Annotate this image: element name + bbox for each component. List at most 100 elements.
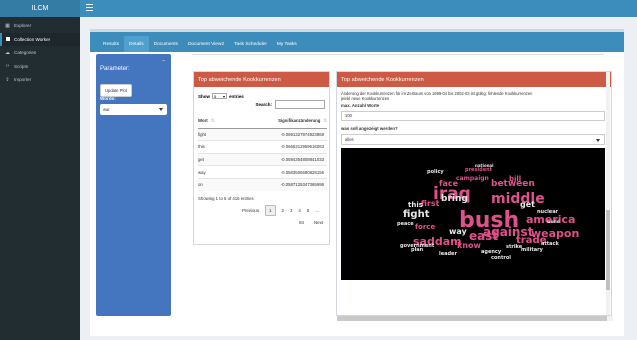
- words-select[interactable]: war: [100, 104, 167, 115]
- sidebar-item-label: Explorer: [14, 23, 32, 29]
- sidebar-item-collection-worker[interactable]: Collection Worker: [0, 32, 80, 46]
- cloud-word: force: [415, 222, 436, 231]
- sidebar-item-label: Collection Worker: [14, 36, 51, 42]
- table-row[interactable]: this -0.0666312959616063: [198, 140, 327, 154]
- table-info: Showing 1 to 5 of 416 entries: [198, 195, 254, 201]
- grid-icon: ▦: [5, 22, 10, 29]
- cell-wort: this: [198, 140, 231, 154]
- scrollbar-thumb[interactable]: [606, 210, 610, 290]
- cloud-word: fight: [403, 208, 430, 220]
- menu-toggle-icon[interactable]: [86, 4, 93, 13]
- pagination-row-2: 84 Next: [194, 220, 329, 225]
- page-button-last[interactable]: 84: [299, 220, 304, 225]
- tab-documents[interactable]: Documents: [149, 36, 183, 52]
- cloud-word: leader: [439, 250, 457, 257]
- page-button[interactable]: 5: [307, 208, 309, 213]
- square-icon: [5, 37, 10, 42]
- next-button[interactable]: Next: [314, 220, 323, 225]
- table-row[interactable]: on -0.0587125347365996: [198, 177, 327, 191]
- show-option-value: alles: [345, 136, 354, 142]
- column-header-wort[interactable]: Wort ⇅: [198, 115, 231, 129]
- search-label: Search:: [255, 102, 272, 107]
- page-ellipsis: ...: [315, 207, 319, 213]
- length-select[interactable]: 5 ▾: [212, 93, 227, 99]
- column-header-signifikanz[interactable]: Signifikanzänderung ⇅: [230, 115, 327, 129]
- cell-value: -0.0583506690828156: [230, 165, 327, 179]
- cloud-word: president: [465, 166, 493, 173]
- tab-details[interactable]: Details: [124, 36, 149, 52]
- cloud-word: plan: [411, 246, 424, 253]
- search-input[interactable]: [275, 100, 325, 109]
- code-icon: ‹›: [5, 63, 10, 70]
- cloud-word: strike: [506, 243, 523, 250]
- cloud-word: campaign: [456, 174, 489, 182]
- cloud-word: nuclear: [537, 208, 559, 215]
- sidebar-item-label: Importer: [14, 77, 32, 83]
- sidebar-item-label: Scripts: [14, 63, 29, 69]
- show-label: Show: [198, 93, 210, 99]
- cloud-word: way: [449, 226, 467, 236]
- cloud-word: control: [491, 254, 511, 261]
- word-cloud: bush iraq middle east saddam against trade amer…: [341, 147, 605, 280]
- sidebar-item-categories[interactable]: ☁ Categories: [0, 46, 80, 60]
- page-button[interactable]: 1: [265, 204, 276, 216]
- scrollbar-thumb[interactable]: [337, 316, 607, 321]
- cloud-word: national: [475, 162, 494, 168]
- cooccurrence-table-box: Top abweichende Kookkurrenzen Show 5 ▾ en…: [193, 71, 330, 245]
- page-button[interactable]: 2: [282, 208, 284, 213]
- cloud-word: policy: [427, 168, 444, 175]
- cloud-word: first: [421, 198, 440, 208]
- cloud-word: know: [457, 240, 481, 250]
- sidebar-item-scripts[interactable]: ‹› Scripts: [0, 60, 80, 74]
- minimize-icon[interactable]: –: [162, 58, 165, 64]
- length-control: Show 5 ▾ entries: [198, 93, 244, 99]
- table-row[interactable]: fight -0.0691327974923869: [198, 127, 327, 141]
- table-row[interactable]: get -0.0594354808841033: [198, 152, 327, 166]
- previous-button[interactable]: Previous: [242, 208, 259, 213]
- tab-results[interactable]: Results: [98, 36, 124, 52]
- page-button[interactable]: 4: [298, 208, 300, 213]
- tab-task-scheduler[interactable]: Task Scheduler: [229, 36, 272, 52]
- chevron-down-icon: [159, 108, 163, 111]
- cell-value: -0.0594354808841033: [230, 152, 327, 166]
- pagination: Previous 1 2 3 4 5 ...: [194, 204, 329, 216]
- cell-wort: way: [198, 165, 231, 179]
- cloud-word: military: [521, 246, 543, 253]
- cell-wort: get: [198, 152, 231, 166]
- max-words-label: max. Anzahl Worte: [341, 102, 380, 108]
- vertical-scrollbar[interactable]: [606, 72, 610, 315]
- box-title: Top abweichende Kookkurrenzen: [337, 72, 611, 87]
- cloud-word: middle: [491, 190, 545, 207]
- box-title: Top abweichende Kookkurrenzen: [194, 72, 329, 87]
- entries-label: entries: [229, 93, 244, 99]
- cloud-word: peace: [397, 220, 414, 227]
- app-logo[interactable]: ILCM: [0, 0, 80, 17]
- search-control: Search:: [255, 100, 325, 109]
- cloud-word: bill: [509, 174, 522, 183]
- words-label: Words:: [100, 96, 116, 101]
- sidebar-item-explorer[interactable]: ▦ Explorer: [0, 19, 80, 33]
- description-text: Änderung der Kookkurrenzen für im Zeitra…: [341, 91, 533, 102]
- cooccurrence-table: Wort ⇅ Signifikanzänderung ⇅ fight -0.06913…: [198, 115, 327, 191]
- cloud-icon: ☁: [5, 49, 10, 56]
- horizontal-scrollbar[interactable]: [337, 316, 613, 321]
- show-option-select[interactable]: alles: [341, 133, 605, 145]
- app-root: ILCM ▦ Explorer Collection Worker ☁ Cate…: [0, 0, 637, 340]
- wordcloud-box: Top abweichende Kookkurrenzen Änderung d…: [336, 71, 613, 321]
- parameter-panel: – Parameter: Update Plot Words: war: [96, 54, 171, 316]
- page-button[interactable]: 3: [290, 208, 292, 213]
- words-select-value: war: [103, 107, 110, 112]
- cloud-word: world: [547, 218, 560, 224]
- cell-value: -0.0691327974923869: [230, 127, 327, 141]
- sort-icon: ⇅: [210, 118, 215, 124]
- sidebar-item-label: Categories: [14, 50, 37, 56]
- parameter-title: Parameter:: [100, 66, 130, 72]
- chevron-down-icon: [596, 138, 600, 142]
- tab-document-view2[interactable]: Document View2: [183, 36, 229, 52]
- tab-my-tasks[interactable]: My Tasks: [272, 36, 302, 52]
- max-words-input[interactable]: 100: [341, 110, 605, 121]
- sidebar-item-importer[interactable]: ⇪ Importer: [0, 73, 80, 87]
- table-row[interactable]: way -0.0583506690828156: [198, 165, 327, 179]
- cell-value: -0.0587125347365996: [230, 177, 327, 191]
- chevron-down-icon: ▾: [222, 93, 225, 99]
